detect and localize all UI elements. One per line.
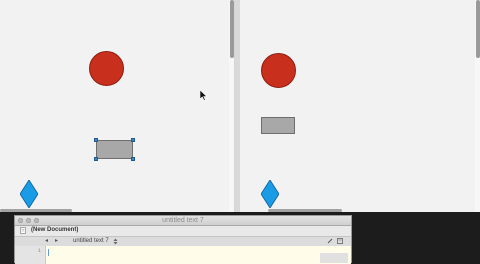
text-caret: [48, 249, 49, 256]
editor-title-bar[interactable]: untitled text 7: [15, 216, 351, 226]
gray-rectangle[interactable]: [261, 117, 295, 134]
chevron-up-down-icon[interactable]: [113, 238, 118, 245]
document-label: (New Document): [31, 227, 79, 233]
right-vertical-scrollbar[interactable]: [475, 0, 480, 212]
nav-forward-button[interactable]: ▸: [55, 237, 58, 246]
right-canvas-pane[interactable]: [240, 0, 480, 212]
background-window-edge: [320, 253, 348, 263]
left-canvas-pane[interactable]: [0, 0, 235, 212]
selection-handle-bottom-left[interactable]: [94, 157, 98, 161]
nav-back-button[interactable]: ◂: [45, 237, 48, 246]
right-horizontal-scroll-thumb[interactable]: [268, 209, 342, 212]
selected-gray-rectangle[interactable]: [96, 140, 133, 159]
red-circle[interactable]: [89, 51, 124, 86]
selection-handle-top-right[interactable]: [131, 138, 135, 142]
mouse-pointer-icon: [200, 90, 208, 101]
blue-diamond[interactable]: [20, 180, 38, 208]
text-editor-window[interactable]: untitled text 7 (New Document) ◂ ▸ untit…: [14, 215, 352, 264]
editor-text-area[interactable]: [46, 246, 351, 264]
line-number-gutter: 1: [15, 246, 46, 264]
left-horizontal-scrollbar[interactable]: [0, 208, 234, 212]
right-vertical-scroll-thumb[interactable]: [476, 0, 480, 58]
document-options-icon[interactable]: [337, 238, 343, 244]
left-vertical-scroll-thumb[interactable]: [230, 0, 234, 58]
editor-window-title: untitled text 7: [162, 217, 204, 224]
blue-diamond[interactable]: [261, 180, 279, 208]
file-selector[interactable]: untitled text 7: [73, 237, 109, 246]
line-number: 1: [37, 248, 41, 254]
red-circle[interactable]: [261, 53, 296, 88]
document-icon: [20, 227, 26, 234]
right-horizontal-scrollbar[interactable]: [240, 208, 480, 212]
document-header: (New Document): [15, 226, 351, 236]
selection-handle-top-left[interactable]: [94, 138, 98, 142]
pencil-icon[interactable]: [327, 238, 333, 244]
left-horizontal-scroll-thumb[interactable]: [0, 209, 72, 212]
selection-handle-bottom-right[interactable]: [131, 157, 135, 161]
left-vertical-scrollbar[interactable]: [229, 0, 234, 212]
